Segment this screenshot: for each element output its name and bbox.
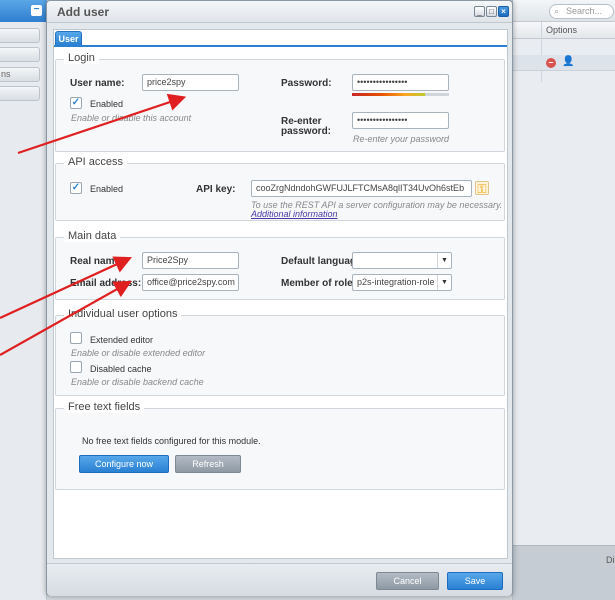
user-edit-icon[interactable]: 👤 bbox=[562, 56, 574, 67]
close-button[interactable]: × bbox=[498, 6, 509, 17]
role-value: p2s-integration-role bbox=[357, 277, 435, 287]
free-text-message: No free text fields configured for this … bbox=[82, 436, 261, 446]
maximize-button[interactable]: □ bbox=[486, 6, 497, 17]
api-fieldset: API access ✓ Enabled API key: cooZrgNdnd… bbox=[55, 156, 505, 221]
column-header[interactable]: Options bbox=[513, 22, 615, 39]
chevron-down-icon: ▼ bbox=[437, 275, 451, 290]
background-footer-text: Di bbox=[606, 555, 615, 565]
password-input[interactable]: •••••••••••••••• bbox=[352, 74, 449, 91]
reenter-label-line2: password: bbox=[281, 126, 332, 137]
dialog-footer: Cancel Save bbox=[47, 563, 512, 596]
free-text-fieldset: Free text fields No free text fields con… bbox=[55, 401, 505, 490]
login-enabled-checkbox[interactable]: ✓ bbox=[70, 97, 82, 109]
left-nav-button[interactable] bbox=[0, 28, 40, 43]
disabled-cache-hint: Enable or disable backend cache bbox=[71, 377, 204, 387]
dialog-titlebar[interactable]: Add user _ □ × bbox=[47, 1, 512, 23]
dialog-title: Add user bbox=[57, 5, 110, 19]
search-placeholder: Search... bbox=[566, 6, 603, 16]
email-label: Email address: bbox=[70, 278, 142, 289]
api-enabled-label: Enabled bbox=[90, 184, 124, 194]
password-strength-bar bbox=[352, 93, 449, 96]
main-data-legend: Main data bbox=[64, 230, 121, 242]
username-label: User name: bbox=[70, 78, 125, 89]
column-header-options: Options bbox=[546, 25, 578, 35]
collapse-icon[interactable]: − bbox=[31, 5, 42, 16]
minimize-button[interactable]: _ bbox=[474, 6, 485, 17]
additional-information-link[interactable]: Additional information bbox=[251, 209, 338, 219]
background-right-panel: ⌕ Search... Options – 👤 bbox=[512, 0, 615, 600]
left-nav-button[interactable] bbox=[0, 86, 40, 101]
main-data-fieldset: Main data Real name: Price2Spy Email add… bbox=[55, 230, 505, 300]
chevron-down-icon: ▼ bbox=[437, 253, 451, 268]
extended-editor-hint: Enable or disable extended editor bbox=[71, 348, 206, 358]
list-toolbar: ⌕ Search... bbox=[513, 0, 615, 22]
role-select[interactable]: p2s-integration-role ▼ bbox=[352, 274, 452, 291]
realname-input[interactable]: Price2Spy bbox=[142, 252, 239, 269]
reenter-hint: Re-enter your password bbox=[353, 134, 450, 144]
tab-user[interactable]: User bbox=[55, 31, 82, 46]
language-select[interactable]: ▼ bbox=[352, 252, 452, 269]
login-enabled-hint: Enable or disable this account bbox=[71, 113, 192, 123]
background-left-panel: − ns bbox=[0, 0, 47, 600]
disabled-cache-label: Disabled cache bbox=[90, 364, 152, 374]
api-legend: API access bbox=[64, 156, 128, 168]
extended-editor-label: Extended editor bbox=[90, 335, 154, 345]
login-fieldset: Login User name: price2spy ✓ Enabled Ena… bbox=[55, 52, 505, 152]
username-input[interactable]: price2spy bbox=[142, 74, 239, 91]
add-user-dialog: Add user _ □ × User Login User name: pri… bbox=[46, 0, 513, 596]
disabled-cache-checkbox[interactable] bbox=[70, 361, 82, 373]
login-legend: Login bbox=[64, 52, 99, 64]
extended-editor-checkbox[interactable] bbox=[70, 332, 82, 344]
api-key-input[interactable]: cooZrgNdndohGWFUJLFTCMsA8qlIT34UvOh6stEb bbox=[251, 180, 472, 197]
tab-underline bbox=[54, 45, 507, 47]
realname-label: Real name: bbox=[70, 256, 124, 267]
cancel-button[interactable]: Cancel bbox=[376, 572, 439, 590]
left-nav-button[interactable] bbox=[0, 47, 40, 62]
search-input[interactable]: ⌕ Search... bbox=[549, 4, 614, 19]
password-label: Password: bbox=[281, 78, 332, 89]
refresh-button[interactable]: Refresh bbox=[175, 455, 241, 473]
table-row[interactable]: – 👤 bbox=[513, 55, 615, 71]
key-icon[interactable]: ⚿ bbox=[475, 181, 489, 196]
free-text-legend: Free text fields bbox=[64, 401, 145, 413]
api-enabled-checkbox[interactable]: ✓ bbox=[70, 182, 82, 194]
role-label: Member of role: bbox=[281, 278, 357, 289]
api-key-label: API key: bbox=[196, 184, 236, 195]
reenter-password-input[interactable]: •••••••••••••••• bbox=[352, 112, 449, 129]
user-options-legend: Individual user options bbox=[64, 308, 182, 320]
configure-now-button[interactable]: Configure now bbox=[79, 455, 169, 473]
email-input[interactable]: office@price2spy.com bbox=[142, 274, 239, 291]
column-separator bbox=[541, 22, 542, 82]
left-nav-button[interactable]: ns bbox=[0, 67, 40, 82]
user-options-fieldset: Individual user options Extended editor … bbox=[55, 308, 505, 396]
delete-icon[interactable]: – bbox=[546, 58, 556, 68]
save-button[interactable]: Save bbox=[447, 572, 503, 590]
login-enabled-label: Enabled bbox=[90, 99, 124, 109]
search-icon: ⌕ bbox=[554, 6, 560, 16]
list-footer-area bbox=[513, 545, 615, 600]
